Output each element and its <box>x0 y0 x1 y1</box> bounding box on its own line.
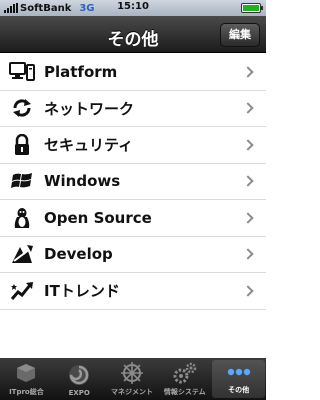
tab-management[interactable]: マネジメント <box>106 358 159 400</box>
tab-label: 情報システム <box>163 388 206 396</box>
list-item-security[interactable]: セキュリティ <box>0 127 266 164</box>
develop-icon <box>8 243 36 265</box>
tab-label: その他 <box>228 386 250 394</box>
list-item-label: Platform <box>44 62 118 81</box>
tab-expo[interactable]: EXPO <box>53 358 106 400</box>
more-icon <box>226 360 252 383</box>
network-type: 3G <box>79 2 95 14</box>
carrier-name: SoftBank <box>20 2 72 14</box>
list-item-platform[interactable]: Platform <box>0 54 266 91</box>
tab-label: ITpro総合 <box>9 388 44 396</box>
chevron-right-icon <box>242 212 254 224</box>
tab-bar: ITpro総合 EXPO マネジメント 情報システム その他 <box>0 358 266 400</box>
list-item-label: セキュリティ <box>44 136 134 155</box>
penguin-icon <box>8 207 36 229</box>
list-item-develop[interactable]: Develop <box>0 237 266 273</box>
navigation-bar: その他 編集 <box>0 16 266 53</box>
chevron-right-icon <box>242 175 254 187</box>
list-item-open-source[interactable]: Open Source <box>0 200 266 237</box>
edit-button[interactable]: 編集 <box>220 23 260 47</box>
list-item-label: ネットワーク <box>44 99 135 118</box>
gears-icon <box>172 361 198 385</box>
chevron-right-icon <box>242 285 254 297</box>
tab-info-system[interactable]: 情報システム <box>158 358 211 400</box>
list-item-label: Develop <box>44 245 113 264</box>
status-bar: SoftBank 3G 15:10 <box>0 0 266 16</box>
chevron-right-icon <box>242 248 254 260</box>
battery-level <box>243 5 259 11</box>
list-item-label: Open Source <box>44 208 152 227</box>
list-item-label: ITトレンド <box>44 282 120 301</box>
swirl-icon <box>66 363 92 387</box>
tab-label: EXPO <box>68 389 90 397</box>
list-item-network[interactable]: ネットワーク <box>0 91 266 127</box>
trend-icon <box>8 280 36 302</box>
signal-icon <box>4 3 18 13</box>
windows-icon <box>8 170 36 192</box>
tab-itpro[interactable]: ITpro総合 <box>0 358 53 400</box>
list-item-label: Windows <box>44 172 121 191</box>
network-icon <box>8 97 36 119</box>
chevron-right-icon <box>242 102 254 114</box>
chevron-right-icon <box>242 66 254 78</box>
wheel-icon <box>119 361 145 385</box>
tab-other[interactable]: その他 <box>212 360 265 398</box>
lock-icon <box>8 133 36 156</box>
list-item-windows[interactable]: Windows <box>0 164 266 200</box>
computer-icon <box>8 61 36 83</box>
tab-label: マネジメント <box>110 388 153 396</box>
cube-icon <box>13 361 39 385</box>
category-list: Platform ネットワーク セキュリティ Windows Open Sour… <box>0 54 266 310</box>
list-item-it-trend[interactable]: ITトレンド <box>0 273 266 310</box>
battery-icon <box>241 3 263 13</box>
chevron-right-icon <box>242 139 254 151</box>
